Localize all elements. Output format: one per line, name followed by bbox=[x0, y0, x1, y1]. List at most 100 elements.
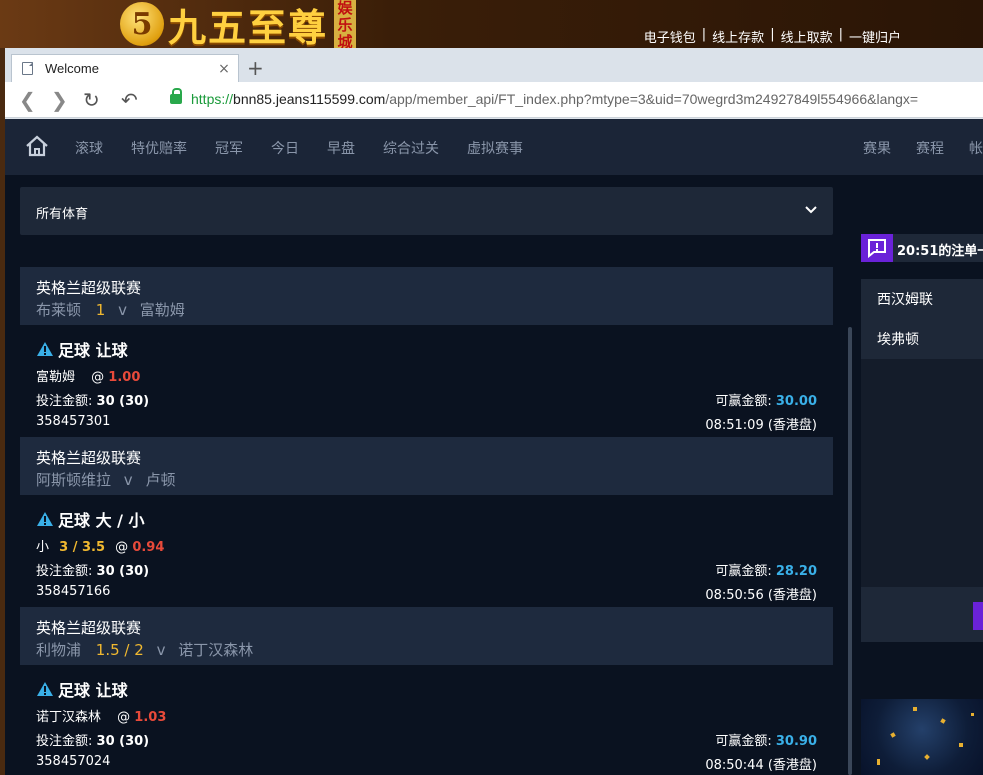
handicap-line: 1.5 / 2 bbox=[95, 641, 144, 659]
reload-icon[interactable]: ↻ bbox=[83, 88, 100, 112]
pick-team: 诺丁汉森林 bbox=[36, 710, 102, 725]
chevron-down-icon bbox=[805, 206, 817, 214]
tab-bar: Welcome × + bbox=[5, 48, 983, 82]
bet-type: 足球 让球 bbox=[36, 337, 128, 361]
sportsbook-page: 滚球 特优赔率 冠军 今日 早盘 综合过关 虚拟赛事 赛果 赛程 帐 所有体育 bbox=[5, 119, 983, 775]
sport-filter-select[interactable]: 所有体育 bbox=[20, 187, 833, 235]
pick-team: 小 bbox=[36, 540, 50, 555]
link-e-wallet[interactable]: 电子钱包 bbox=[644, 27, 696, 46]
nav-items: 滚球 特优赔率 冠军 今日 早盘 综合过关 虚拟赛事 bbox=[75, 138, 551, 158]
stake-value: 30 (30) bbox=[96, 564, 150, 579]
tab-title: Welcome bbox=[45, 61, 99, 76]
win-amount: 可赢金额: 28.20 bbox=[715, 560, 817, 579]
match-teams: 布莱顿 1 v 富勒姆 bbox=[36, 299, 185, 320]
url-path: /app/member_api/FT_index.php?mtype=3&uid… bbox=[385, 91, 919, 107]
win-amount: 可赢金额: 30.00 bbox=[715, 390, 817, 409]
link-one-click-collect[interactable]: 一键归户 bbox=[849, 27, 901, 46]
nav-schedule[interactable]: 赛程 bbox=[916, 138, 944, 158]
link-online-withdraw[interactable]: 线上取款 bbox=[781, 27, 833, 46]
nav-outright[interactable]: 冠军 bbox=[215, 138, 243, 158]
stake-amount: 投注金额: 30 (30) bbox=[36, 390, 149, 409]
league-name: 英格兰超级联赛 bbox=[36, 279, 142, 297]
bet-time: 08:51:09 (香港盘) bbox=[705, 418, 817, 433]
vs-label: v bbox=[123, 471, 133, 489]
sport-filter-label: 所有体育 bbox=[36, 207, 89, 222]
match-visual-panel bbox=[861, 359, 983, 587]
expand-icon[interactable] bbox=[973, 602, 983, 630]
document-icon bbox=[22, 62, 33, 75]
close-icon[interactable]: × bbox=[214, 61, 234, 77]
lock-icon bbox=[170, 88, 182, 104]
new-tab-icon[interactable]: + bbox=[247, 56, 264, 80]
tab-welcome[interactable]: Welcome × bbox=[11, 54, 239, 82]
scrollbar[interactable] bbox=[848, 327, 852, 775]
undo-icon[interactable]: ↶ bbox=[121, 88, 138, 112]
nav-parlay[interactable]: 综合过关 bbox=[383, 138, 439, 158]
league-name: 英格兰超级联赛 bbox=[36, 619, 142, 637]
logo-sub-char: 娱 bbox=[337, 0, 353, 17]
home-team: 利物浦 bbox=[36, 641, 82, 659]
confetti-decoration bbox=[940, 718, 946, 724]
warning-icon bbox=[37, 512, 53, 526]
vs-label: v bbox=[118, 301, 128, 319]
match-teams: 利物浦 1.5 / 2 v 诺丁汉森林 bbox=[36, 639, 253, 660]
bet-type: 足球 大 / 小 bbox=[36, 507, 145, 531]
bet-pick: 富勒姆 @ 1.00 bbox=[36, 366, 140, 385]
confetti-decoration bbox=[959, 743, 963, 747]
nav-right: 赛果 赛程 帐 bbox=[838, 138, 983, 158]
confetti-decoration bbox=[971, 713, 974, 716]
link-separator: | bbox=[770, 27, 775, 42]
win-value: 28.20 bbox=[775, 564, 817, 579]
stake-label: 投注金额: bbox=[36, 734, 93, 749]
nav-account[interactable]: 帐 bbox=[969, 138, 983, 158]
warning-icon bbox=[37, 682, 53, 696]
main-nav: 滚球 特优赔率 冠军 今日 早盘 综合过关 虚拟赛事 赛果 赛程 帐 bbox=[5, 119, 983, 175]
promo-banner[interactable] bbox=[861, 699, 983, 775]
stake-label: 投注金额: bbox=[36, 564, 93, 579]
link-online-deposit[interactable]: 线上存款 bbox=[712, 27, 764, 46]
confetti-decoration bbox=[877, 759, 880, 765]
handicap-line: 1 bbox=[95, 301, 106, 319]
bet-type-label: 足球 让球 bbox=[58, 341, 128, 360]
odds-value: 1.03 bbox=[134, 710, 167, 725]
bet-detail: 足球 让球 富勒姆 @ 1.00 投注金额: 30 (30) 可赢金额: 30.… bbox=[20, 325, 833, 437]
win-value: 30.00 bbox=[775, 394, 817, 409]
brand-logo[interactable]: 5 九五至尊 娱 乐 城 bbox=[120, 0, 357, 51]
nav-in-play[interactable]: 滚球 bbox=[75, 138, 103, 158]
warning-icon bbox=[37, 342, 53, 356]
stake-value: 30 (30) bbox=[96, 394, 150, 409]
at-symbol: @ bbox=[115, 540, 129, 555]
team-name: 埃弗顿 bbox=[877, 332, 919, 348]
back-icon[interactable]: ❮ bbox=[19, 88, 36, 112]
win-label: 可赢金额: bbox=[715, 564, 772, 579]
nav-special-odds[interactable]: 特优赔率 bbox=[131, 138, 187, 158]
at-symbol: @ bbox=[117, 710, 131, 725]
bet-pick: 小 3 / 3.5 @ 0.94 bbox=[36, 536, 164, 555]
home-team: 阿斯顿维拉 bbox=[36, 471, 112, 489]
away-team: 卢顿 bbox=[145, 471, 176, 489]
url-input[interactable]: https://bnn85.jeans115599.com/app/member… bbox=[191, 91, 918, 107]
featured-match[interactable]: 西汉姆联 埃弗顿 bbox=[861, 279, 983, 359]
url-scheme: https:// bbox=[191, 91, 234, 107]
away-team: 富勒姆 bbox=[139, 301, 185, 319]
link-separator: | bbox=[701, 27, 707, 42]
stake-amount: 投注金额: 30 (30) bbox=[36, 730, 149, 749]
team-name: 西汉姆联 bbox=[877, 292, 933, 308]
logo-sub-char: 乐 bbox=[337, 16, 353, 34]
nav-results[interactable]: 赛果 bbox=[863, 138, 891, 158]
nav-today[interactable]: 今日 bbox=[271, 138, 299, 158]
brand-banner: 5 九五至尊 娱 乐 城 电子钱包 | 线上存款 | 线上取款 | 一键归户 bbox=[0, 0, 983, 51]
forward-icon[interactable]: ❯ bbox=[51, 88, 68, 112]
recent-bets-header: 20:51的注单一 bbox=[861, 234, 983, 262]
recent-bets-title: 20:51的注单一 bbox=[897, 244, 983, 259]
bet-pick: 诺丁汉森林 @ 1.03 bbox=[36, 706, 166, 725]
home-icon[interactable] bbox=[25, 135, 49, 157]
ticket-id: 358457166 bbox=[36, 584, 111, 599]
nav-virtual[interactable]: 虚拟赛事 bbox=[467, 138, 523, 158]
address-bar: ❮ ❯ ↻ ↶ https://bnn85.jeans115599.com/ap… bbox=[5, 82, 983, 118]
pick-team: 富勒姆 bbox=[36, 370, 76, 385]
bet-detail: 足球 大 / 小 小 3 / 3.5 @ 0.94 投注金额: 30 (30) … bbox=[20, 495, 833, 607]
nav-early[interactable]: 早盘 bbox=[327, 138, 355, 158]
bet-time: 08:50:44 (香港盘) bbox=[705, 758, 817, 773]
stake-amount: 投注金额: 30 (30) bbox=[36, 560, 149, 579]
